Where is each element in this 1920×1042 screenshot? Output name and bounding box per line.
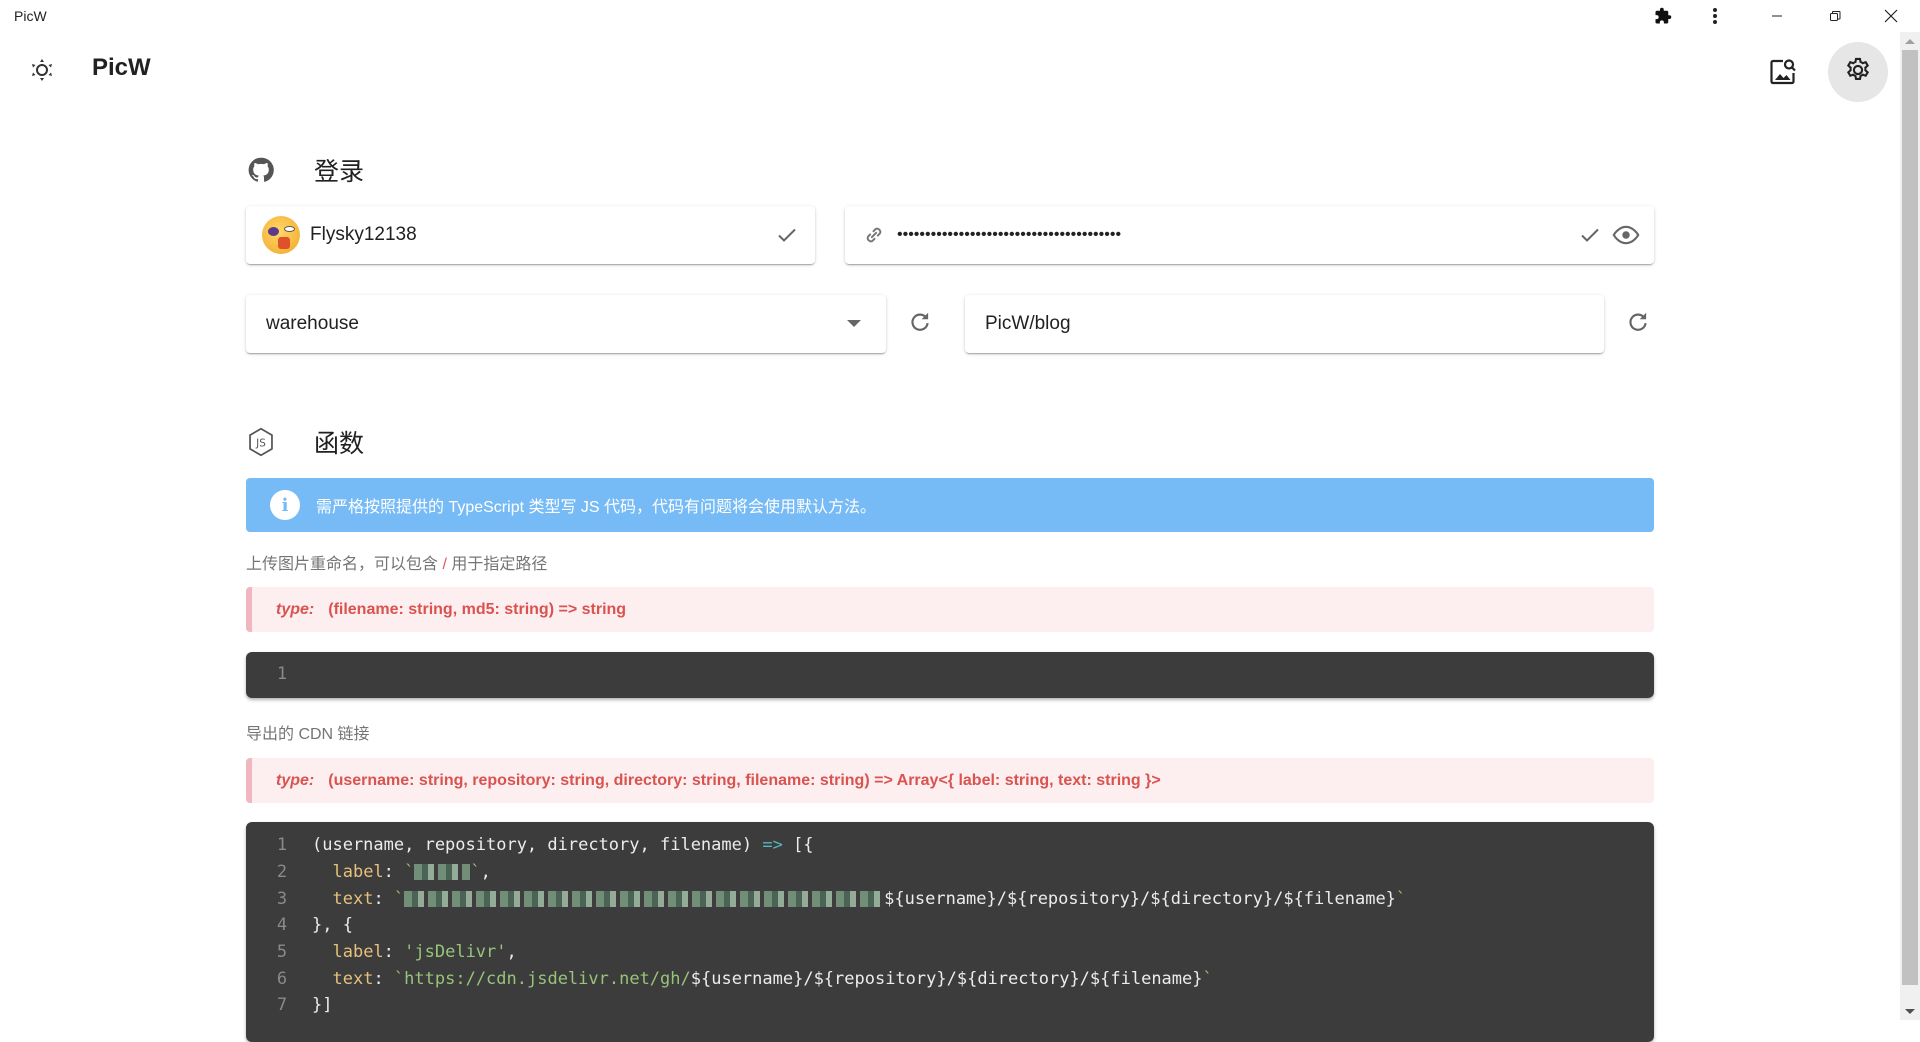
minimize-icon[interactable] (1754, 0, 1800, 32)
line-number: 3 (276, 888, 288, 909)
app-title: PicW (92, 54, 151, 81)
info-alert-text: 需严格按照提供的 TypeScript 类型写 JS 代码，代码有问题将会使用默… (316, 499, 877, 516)
login-section-header: 登录 (246, 152, 364, 188)
directory-value: PicW/blog (985, 313, 1071, 334)
code-line: 1 (username, repository, directory, file… (246, 832, 1654, 859)
puzzle-icon[interactable] (1640, 0, 1686, 32)
repository-select-value: warehouse (266, 313, 359, 334)
app-bar: PicW (0, 32, 1900, 110)
code-line: 7 }] (246, 992, 1654, 1019)
brightness-icon[interactable] (28, 56, 56, 84)
line-number: 4 (276, 915, 288, 936)
more-vert-icon[interactable] (1692, 0, 1738, 32)
line-number: 7 (276, 995, 288, 1016)
scroll-up-arrow[interactable] (1905, 39, 1915, 44)
rename-caption-text-2: 用于指定路径 (446, 556, 548, 573)
svg-text:JS: JS (255, 438, 266, 450)
rename-caption-text: 上传图片重命名，可以包含 (246, 556, 443, 573)
nodejs-icon: JS (246, 427, 276, 457)
type-signature-text: (filename: string, md5: string) => strin… (328, 600, 627, 618)
code-line: 3 text: ` ${username}/${repository}/${dir… (246, 885, 1654, 912)
code-text: text: `https://cdn.jsdelivr.net/gh/${use… (332, 968, 1213, 989)
type-signature-text: (username: string, repository: string, d… (328, 771, 1161, 789)
line-number: 1 (276, 664, 288, 685)
refresh-icon (907, 309, 933, 340)
code-text: (username, repository, directory, filena… (312, 835, 814, 856)
eye-icon[interactable] (1610, 219, 1642, 251)
refresh-directory-button[interactable] (1622, 308, 1654, 340)
info-icon: i (270, 490, 300, 520)
line-number: 1 (276, 835, 288, 856)
cdn-type-signature: type: (username: string, repository: str… (246, 758, 1654, 803)
token-field[interactable]: •••••••••••••••••••••••••••••••••••••••• (845, 206, 1654, 264)
gear-icon (1844, 56, 1872, 89)
code-line: 6 text: `https://cdn.jsdelivr.net/gh/${u… (246, 965, 1654, 992)
code-line: 5 label: 'jsDelivr', (246, 939, 1654, 966)
scrollbar[interactable] (1900, 32, 1920, 1020)
redacted-text (404, 890, 885, 907)
token-value: •••••••••••••••••••••••••••••••••••••••• (897, 226, 1122, 243)
avatar (262, 216, 300, 254)
cdn-caption: 导出的 CDN 链接 (246, 726, 370, 743)
code-text: label: ` `, (332, 862, 491, 883)
check-icon (771, 219, 803, 251)
type-label: type: (276, 600, 315, 618)
line-number: 6 (276, 968, 288, 989)
restore-icon[interactable] (1812, 0, 1858, 32)
window-titlebar: PicW (0, 0, 1920, 32)
window-title: PicW (14, 8, 47, 24)
cdn-code-editor[interactable]: 1 (username, repository, directory, file… (246, 822, 1654, 1042)
refresh-repository-button[interactable] (904, 308, 936, 340)
link-icon (861, 222, 887, 248)
directory-field[interactable]: PicW/blog (965, 295, 1604, 353)
image-search-icon[interactable] (1768, 56, 1798, 86)
functions-section-header: JS 函数 (246, 424, 364, 460)
rename-code-editor[interactable]: 1 (246, 652, 1654, 698)
info-alert: i 需严格按照提供的 TypeScript 类型写 JS 代码，代码有问题将会使… (246, 478, 1654, 532)
check-icon (1574, 219, 1606, 251)
dropdown-arrow-icon[interactable] (838, 308, 870, 340)
redacted-text (414, 864, 471, 881)
scrollbar-thumb[interactable] (1902, 50, 1918, 985)
rename-caption: 上传图片重命名，可以包含 / 用于指定路径 (246, 550, 547, 574)
code-text: }, { (312, 915, 353, 936)
github-icon (246, 155, 276, 185)
refresh-icon (1625, 309, 1651, 340)
close-icon[interactable] (1868, 0, 1914, 32)
rename-type-signature: type: (filename: string, md5: string) =>… (246, 587, 1654, 632)
username-field[interactable]: Flysky12138 (246, 206, 815, 264)
code-text: text: ` ${username}/${repository}/${direc… (332, 888, 1407, 909)
settings-button[interactable] (1828, 42, 1888, 102)
code-line: 2 label: ` `, (246, 859, 1654, 886)
username-value: Flysky12138 (310, 224, 417, 245)
functions-title: 函数 (314, 430, 365, 458)
repository-select[interactable]: warehouse (246, 295, 886, 353)
line-number: 5 (276, 942, 288, 963)
code-line: 4 }, { (246, 912, 1654, 939)
code-text: }] (312, 995, 333, 1016)
type-label: type: (276, 771, 315, 789)
scroll-down-arrow[interactable] (1905, 1009, 1915, 1014)
line-number: 2 (276, 862, 288, 883)
login-title: 登录 (314, 158, 365, 186)
code-text: label: 'jsDelivr', (332, 942, 517, 963)
code-line: 1 (246, 661, 1654, 688)
